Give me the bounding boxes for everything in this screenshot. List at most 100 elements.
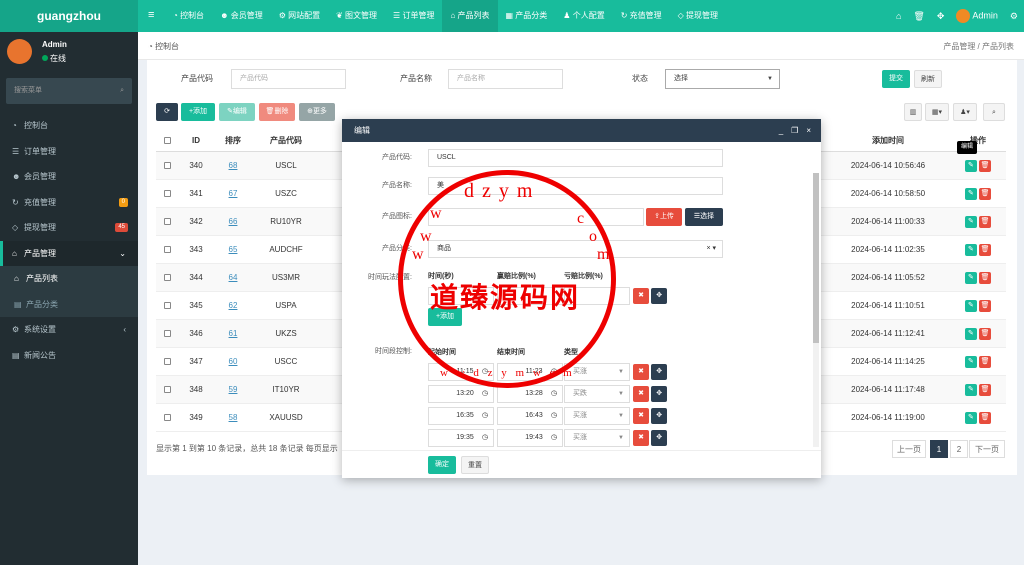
edit-icon[interactable]: ✎: [964, 411, 977, 424]
col-code[interactable]: 产品代码: [261, 130, 311, 152]
breadcrumb-home[interactable]: ◔ 控制台: [148, 41, 179, 52]
slot-end-input[interactable]: 13:28 ◷: [497, 385, 563, 403]
toggle-view-button[interactable]: ▥: [904, 103, 922, 121]
page-1-button[interactable]: 1: [930, 440, 948, 458]
search-button[interactable]: ⌕: [983, 103, 1005, 121]
sidebar-search-input[interactable]: 搜索菜单 ⌕: [6, 78, 132, 104]
menu-toggle-icon[interactable]: ≡: [148, 9, 154, 21]
name-filter-input[interactable]: 产品名称: [448, 69, 563, 89]
edit-icon[interactable]: ✎: [964, 215, 977, 228]
trash-icon[interactable]: 🗑: [979, 159, 992, 172]
trash-icon[interactable]: 🗑: [979, 411, 992, 424]
remove-icon[interactable]: ✖: [633, 364, 649, 380]
slot-type-select[interactable]: 买涨 ▼: [564, 407, 630, 425]
trash-icon[interactable]: 🗑: [979, 355, 992, 368]
trash-icon[interactable]: 🗑: [913, 11, 924, 22]
loss-input[interactable]: [564, 287, 630, 305]
minimize-icon[interactable]: _: [779, 119, 783, 142]
row-sort[interactable]: 59: [218, 376, 248, 404]
time-input[interactable]: [428, 287, 494, 305]
close-icon[interactable]: ×: [806, 119, 811, 142]
trash-icon[interactable]: 🗑: [979, 271, 992, 284]
move-icon[interactable]: ✥: [651, 288, 668, 304]
row-checkbox[interactable]: [162, 320, 172, 348]
home-icon[interactable]: ⌂: [896, 11, 901, 21]
move-icon[interactable]: ✥: [651, 386, 668, 402]
edit-icon[interactable]: ✎: [964, 355, 977, 368]
user-menu[interactable]: Admin: [956, 9, 998, 23]
col-id[interactable]: ID: [184, 130, 208, 152]
row-checkbox[interactable]: [162, 236, 172, 264]
slot-start-input[interactable]: 13:20 ◷: [428, 385, 494, 403]
maximize-icon[interactable]: ❐: [791, 119, 798, 142]
topnav-recharge[interactable]: ↻ 充值管理: [613, 0, 670, 32]
trash-icon[interactable]: 🗑: [979, 299, 992, 312]
status-filter-select[interactable]: 选择 ▼: [665, 69, 780, 89]
refresh-button[interactable]: ⟳: [156, 103, 178, 121]
row-sort[interactable]: 64: [218, 264, 248, 292]
remove-icon[interactable]: ✖: [633, 430, 649, 446]
row-checkbox[interactable]: [162, 180, 172, 208]
sidebar-item-orders[interactable]: ☰ 订单管理: [0, 139, 138, 165]
profit-input[interactable]: [497, 287, 563, 305]
edit-icon[interactable]: ✎: [964, 243, 977, 256]
modal-reset-button[interactable]: 重置: [461, 456, 489, 474]
export-button[interactable]: ♟▾: [953, 103, 977, 121]
page-2-button[interactable]: 2: [950, 440, 968, 458]
edit-icon[interactable]: ✎: [964, 327, 977, 340]
add-button[interactable]: +添加: [181, 103, 215, 121]
slot-end-input[interactable]: 16:43 ◷: [497, 407, 563, 425]
row-sort[interactable]: 60: [218, 348, 248, 376]
move-icon[interactable]: ✥: [651, 408, 668, 424]
sidebar-item-products[interactable]: ⌂ 产品管理 ⌄: [0, 240, 138, 266]
row-checkbox[interactable]: [162, 152, 172, 180]
row-sort[interactable]: 62: [218, 292, 248, 320]
row-sort[interactable]: 68: [218, 152, 248, 180]
slot-type-select[interactable]: 买涨 ▼: [564, 363, 630, 381]
topnav-orders[interactable]: ☰ 订单管理: [385, 0, 442, 32]
modal-name-input[interactable]: 美: [428, 177, 723, 195]
edit-button[interactable]: ✎编辑: [219, 103, 255, 121]
columns-button[interactable]: ▦▾: [925, 103, 949, 121]
reset-button[interactable]: 刷新: [914, 70, 942, 88]
modal-code-input[interactable]: USCL: [428, 149, 723, 167]
edit-icon[interactable]: ✎: [964, 159, 977, 172]
row-sort[interactable]: 65: [218, 236, 248, 264]
topnav-content[interactable]: ❦ 图文管理: [328, 0, 385, 32]
topnav-dashboard[interactable]: ◔ 控制台: [165, 0, 212, 32]
code-filter-input[interactable]: 产品代码: [231, 69, 346, 89]
row-checkbox[interactable]: [162, 292, 172, 320]
clear-caret-icon[interactable]: × ▾: [706, 241, 716, 257]
submit-button[interactable]: 提交: [882, 70, 910, 88]
modal-icon-input[interactable]: [428, 208, 644, 226]
topnav-withdraw[interactable]: ◇ 提现管理: [670, 0, 726, 32]
row-checkbox[interactable]: [162, 208, 172, 236]
more-button[interactable]: ⊕更多: [299, 103, 335, 121]
edit-icon[interactable]: ✎: [964, 383, 977, 396]
upload-button[interactable]: ⇪上传: [646, 208, 682, 226]
row-checkbox[interactable]: [162, 376, 172, 404]
slot-start-input[interactable]: 11:15 ◷: [428, 363, 494, 381]
col-sort[interactable]: 排序: [218, 130, 248, 152]
modal-scrollbar[interactable]: [813, 173, 819, 447]
topnav-products[interactable]: ⌂ 产品列表: [442, 0, 498, 32]
fullscreen-icon[interactable]: ✥: [937, 11, 945, 22]
topnav-profile[interactable]: ♟ 个人配置: [555, 0, 612, 32]
choose-button[interactable]: ☰选择: [685, 208, 723, 226]
sidebar-item-recharge[interactable]: ↻ 充值管理 0: [0, 190, 138, 216]
row-checkbox[interactable]: [162, 264, 172, 292]
topnav-members[interactable]: ☻ 会员管理: [212, 0, 271, 32]
sidebar-item-settings[interactable]: ⚙ 系统设置 ‹: [0, 317, 138, 343]
slot-type-select[interactable]: 买跌 ▼: [564, 385, 630, 403]
delete-button[interactable]: 🗑删除: [259, 103, 295, 121]
move-icon[interactable]: ✥: [651, 430, 668, 446]
slot-type-select[interactable]: 买涨 ▼: [564, 429, 630, 447]
slot-end-input[interactable]: 11:23 ◷: [497, 363, 563, 381]
trash-icon[interactable]: 🗑: [979, 215, 992, 228]
topnav-site-config[interactable]: ⚙ 网站配置: [271, 0, 328, 32]
topnav-categories[interactable]: ▦ 产品分类: [498, 0, 556, 32]
sidebar-item-product-list[interactable]: ⌂ 产品列表: [0, 266, 138, 292]
sidebar-item-dashboard[interactable]: ◔ 控制台: [0, 113, 138, 139]
trash-icon[interactable]: 🗑: [979, 383, 992, 396]
modal-category-select[interactable]: 商品 × ▾: [428, 240, 723, 258]
